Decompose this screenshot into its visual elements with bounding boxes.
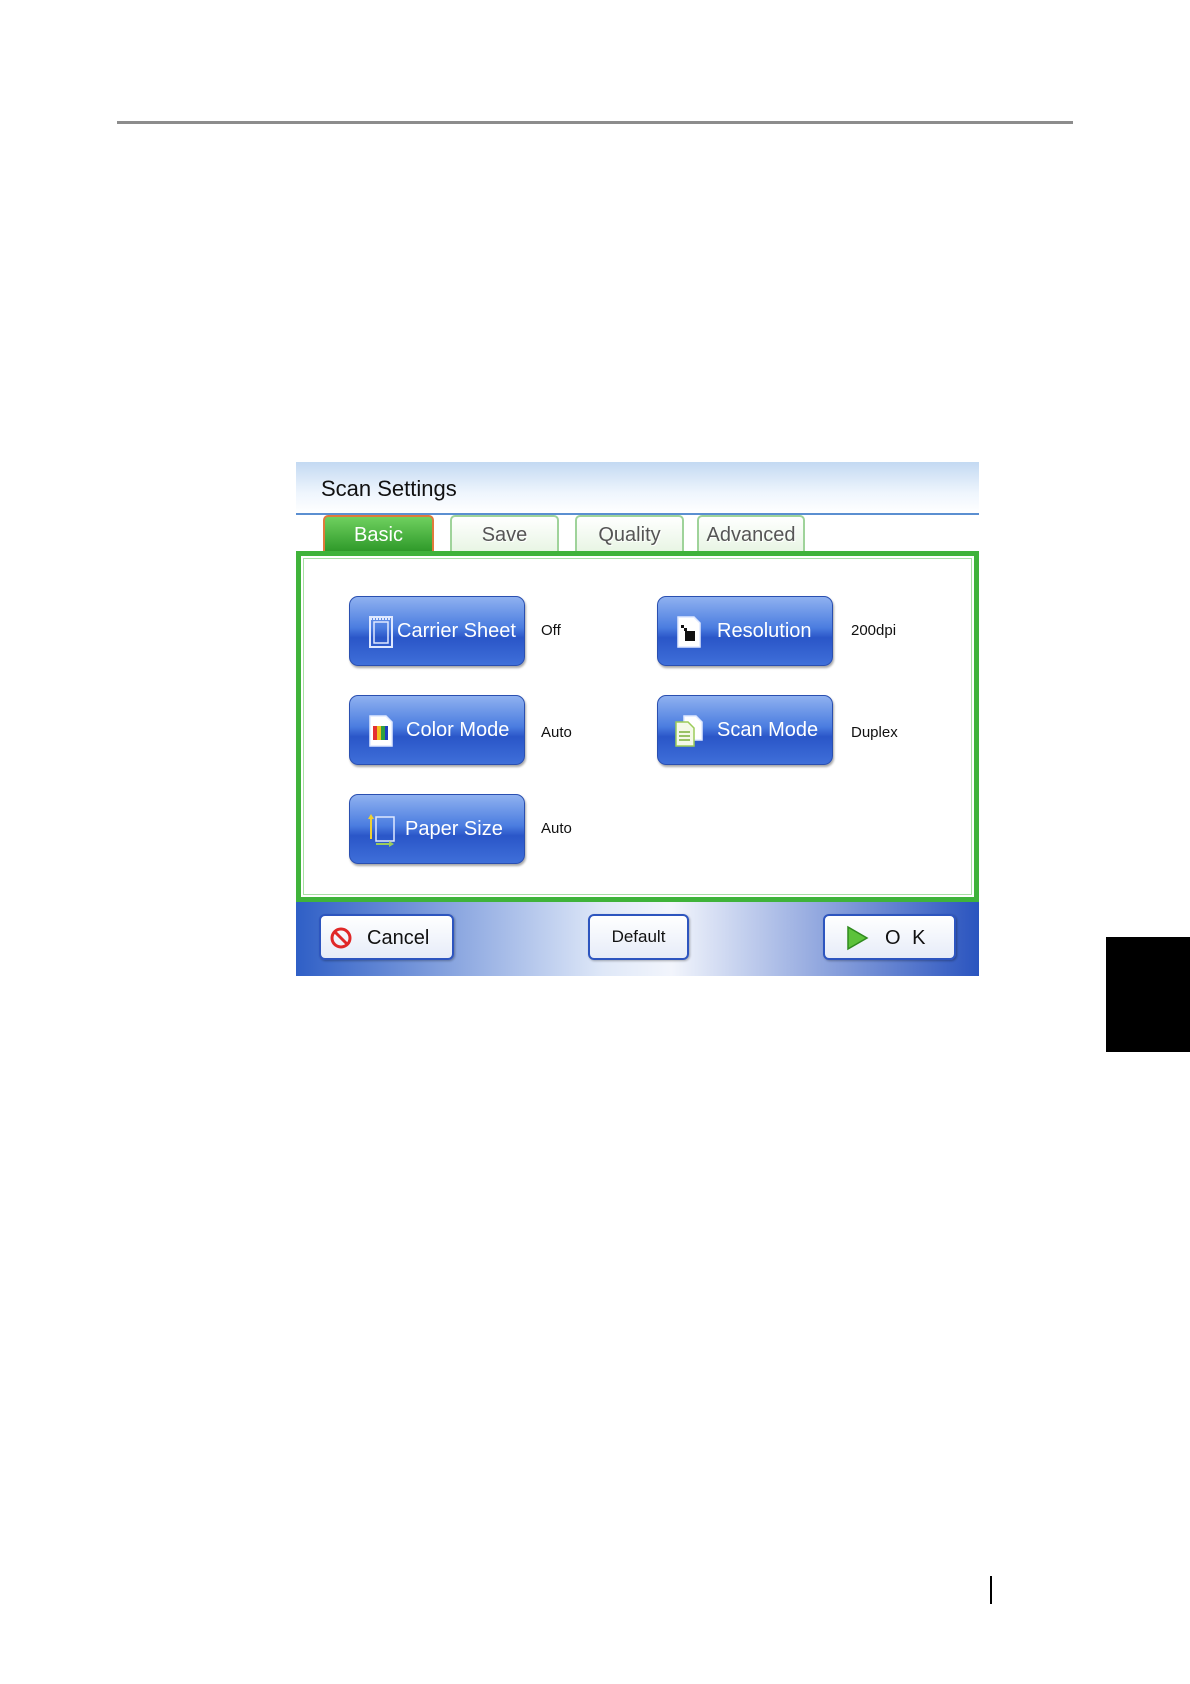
carrier-sheet-button[interactable]: Carrier Sheet bbox=[349, 596, 525, 666]
cancel-label: Cancel bbox=[367, 927, 430, 949]
tab-advanced[interactable]: Advanced bbox=[697, 515, 805, 551]
dialog-title: Scan Settings bbox=[321, 476, 457, 501]
play-arrow-icon bbox=[847, 925, 869, 951]
default-button[interactable]: Default bbox=[588, 914, 689, 960]
dialog-button-bar: Cancel Default O K bbox=[296, 902, 979, 976]
scan-mode-label: Scan Mode bbox=[717, 719, 819, 741]
color-mode-value: Auto bbox=[541, 724, 572, 741]
resolution-button[interactable]: Resolution bbox=[657, 596, 833, 666]
paper-size-button[interactable]: Paper Size bbox=[349, 794, 525, 864]
resolution-value: 200dpi bbox=[851, 622, 897, 639]
paper-size-label: Paper Size bbox=[405, 818, 503, 840]
carrier-sheet-label: Carrier Sheet bbox=[397, 620, 516, 642]
carrier-sheet-value: Off bbox=[541, 622, 561, 639]
resolution-icon bbox=[677, 616, 701, 648]
resolution-label: Resolution bbox=[717, 620, 812, 642]
scan-settings-dialog: Scan Settings Basic Save Quality Advance… bbox=[296, 462, 979, 976]
color-mode-label: Color Mode bbox=[406, 719, 510, 741]
basic-settings-panel: Carrier Sheet Off Resolution 200dpi Colo… bbox=[296, 551, 979, 902]
scan-mode-value: Duplex bbox=[851, 724, 898, 741]
chapter-tab-marker bbox=[1106, 937, 1190, 1052]
prohibited-icon bbox=[330, 927, 352, 949]
ok-button[interactable]: O K bbox=[823, 914, 956, 960]
color-mode-icon bbox=[369, 715, 393, 747]
dialog-titlebar: Scan Settings bbox=[296, 462, 979, 515]
tab-quality[interactable]: Quality bbox=[575, 515, 684, 551]
cancel-button[interactable]: Cancel bbox=[319, 914, 454, 960]
tab-basic[interactable]: Basic bbox=[323, 515, 434, 551]
color-mode-button[interactable]: Color Mode bbox=[349, 695, 525, 765]
scan-mode-icon bbox=[675, 715, 703, 747]
page-number-divider bbox=[990, 1576, 992, 1604]
header-rule bbox=[117, 121, 1073, 124]
ok-label: O K bbox=[885, 927, 929, 949]
tab-save[interactable]: Save bbox=[450, 515, 559, 551]
paper-size-value: Auto bbox=[541, 820, 572, 837]
scan-mode-button[interactable]: Scan Mode bbox=[657, 695, 833, 765]
carrier-sheet-icon bbox=[369, 616, 393, 648]
paper-size-icon bbox=[368, 814, 395, 847]
